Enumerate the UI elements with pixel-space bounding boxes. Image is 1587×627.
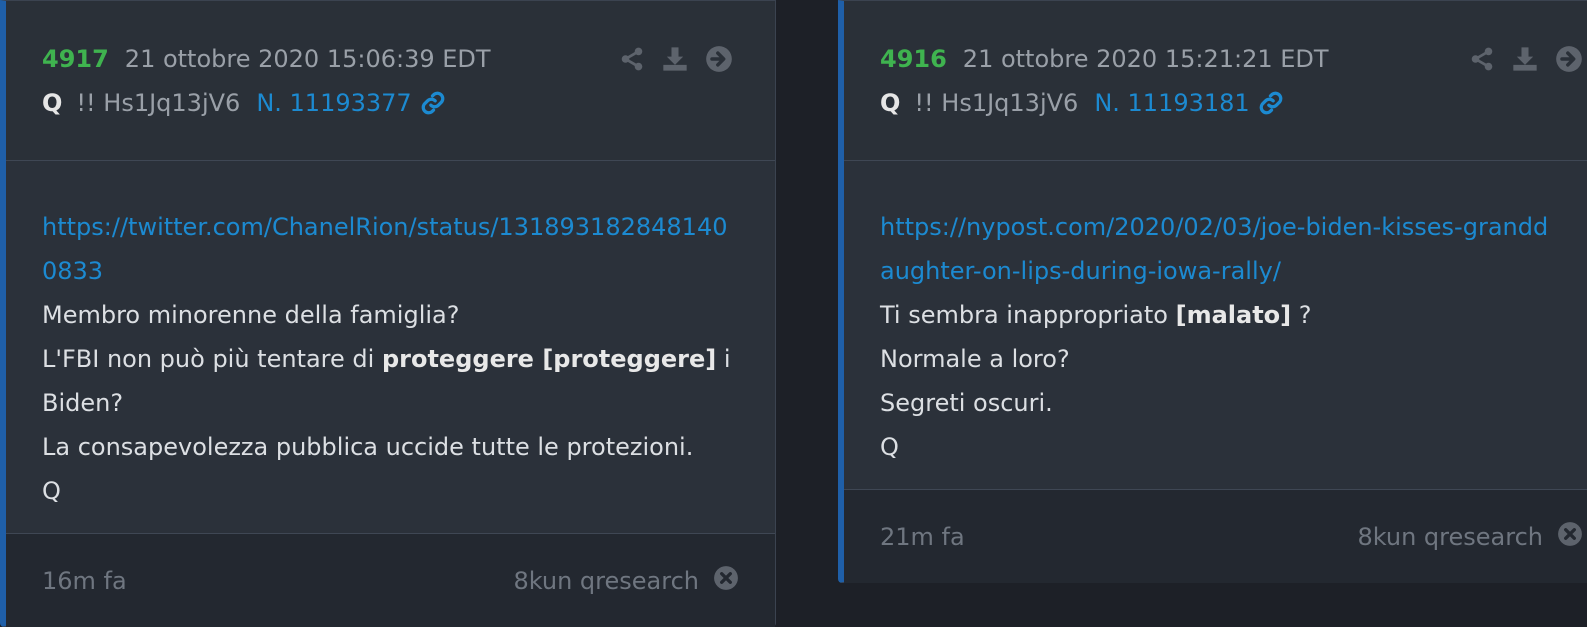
post-source[interactable]: 8kun qresearch: [1357, 523, 1543, 551]
download-icon[interactable]: [661, 45, 689, 77]
link-icon[interactable]: [420, 90, 446, 116]
post-card: 4916 21 ottobre 2020 15:21:21 EDT Q !! H…: [838, 0, 1587, 583]
post-signature: Q: [880, 433, 899, 461]
post-card: 4917 21 ottobre 2020 15:06:39 EDT Q !! H…: [0, 0, 776, 627]
post-number[interactable]: 4917: [42, 45, 109, 73]
post-line: L'FBI non può più tentare di proteggere …: [42, 345, 731, 417]
link-icon[interactable]: [1258, 90, 1284, 116]
post-date: 21 ottobre 2020 15:21:21 EDT: [962, 45, 1329, 73]
post-header: 4916 21 ottobre 2020 15:21:21 EDT Q !! H…: [844, 1, 1587, 161]
post-line: La consapevolezza pubblica uccide tutte …: [42, 433, 694, 461]
post-header: 4917 21 ottobre 2020 15:06:39 EDT Q !! H…: [6, 1, 775, 161]
share-icon[interactable]: [619, 46, 645, 76]
post-source[interactable]: 8kun qresearch: [513, 567, 699, 595]
author-name: Q: [42, 89, 63, 117]
post-id-link[interactable]: N. 11193181: [1094, 89, 1249, 117]
post-line: Segreti oscuri.: [880, 389, 1053, 417]
post-link[interactable]: https://twitter.com/ChanelRion/status/13…: [42, 213, 727, 285]
close-circle-icon[interactable]: [713, 565, 739, 597]
post-footer: 21m fa 8kun qresearch: [844, 489, 1587, 583]
post-footer: 16m fa 8kun qresearch: [6, 533, 775, 627]
post-signature: Q: [42, 477, 61, 505]
post-date: 21 ottobre 2020 15:06:39 EDT: [124, 45, 491, 73]
post-number[interactable]: 4916: [880, 45, 947, 73]
tripcode: !! Hs1Jq13jV6: [914, 89, 1079, 117]
arrow-right-circle-icon[interactable]: [705, 45, 733, 77]
post-line: Membro minorenne della famiglia?: [42, 301, 460, 329]
share-icon[interactable]: [1469, 46, 1495, 76]
author-name: Q: [880, 89, 901, 117]
tripcode: !! Hs1Jq13jV6: [76, 89, 241, 117]
post-link[interactable]: https://nypost.com/2020/02/03/joe-biden-…: [880, 213, 1548, 285]
download-icon[interactable]: [1511, 45, 1539, 77]
arrow-right-circle-icon[interactable]: [1555, 45, 1583, 77]
post-line: Ti sembra inappropriato [malato] ?: [880, 301, 1312, 329]
post-body: https://nypost.com/2020/02/03/joe-biden-…: [844, 161, 1587, 489]
close-circle-icon[interactable]: [1557, 521, 1583, 553]
post-age: 21m fa: [880, 522, 965, 551]
post-line: Normale a loro?: [880, 345, 1070, 373]
post-age: 16m fa: [42, 566, 127, 595]
post-body: https://twitter.com/ChanelRion/status/13…: [6, 161, 775, 533]
post-id-link[interactable]: N. 11193377: [256, 89, 411, 117]
